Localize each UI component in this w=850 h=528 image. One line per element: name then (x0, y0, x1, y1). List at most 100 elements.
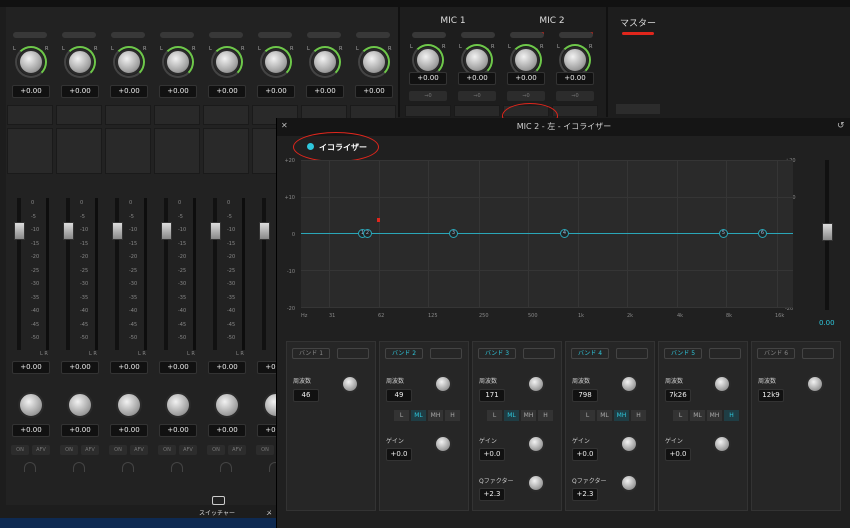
filter-button[interactable]: ML (597, 410, 612, 421)
mic-gain-value[interactable]: +0.00 (458, 72, 496, 85)
filter-button[interactable]: MH (707, 410, 722, 421)
mic-delay-value[interactable]: ⇒0 (556, 91, 594, 101)
dynamics-preview[interactable] (203, 128, 249, 174)
gain-value[interactable]: +0.00 (306, 85, 344, 98)
gain-knob[interactable] (214, 49, 240, 75)
band-shape-select[interactable] (523, 348, 555, 359)
media-tab[interactable]: メ (266, 508, 272, 517)
mic-gain-value[interactable]: +0.00 (507, 72, 545, 85)
fader-handle[interactable] (14, 222, 25, 240)
fader-handle[interactable] (259, 222, 270, 240)
pan-knob[interactable] (214, 392, 240, 418)
headphone-icon[interactable] (122, 462, 134, 472)
freq-knob[interactable] (527, 375, 545, 393)
gain-knob[interactable] (67, 49, 93, 75)
on-button[interactable]: ON (60, 445, 78, 455)
gain-value[interactable]: +0.0 (572, 448, 598, 461)
gain-knob[interactable] (434, 435, 452, 453)
filter-button[interactable]: ML (504, 410, 519, 421)
headphone-icon[interactable] (171, 462, 183, 472)
pan-value[interactable]: +0.00 (159, 424, 197, 437)
band-toggle[interactable]: バンド 4 (571, 348, 609, 359)
afv-button[interactable]: AFV (179, 445, 197, 455)
fader-value[interactable]: +0.00 (159, 361, 197, 374)
filter-button[interactable]: H (724, 410, 739, 421)
mic-gain-value[interactable]: +0.00 (556, 72, 594, 85)
gain-knob[interactable] (527, 435, 545, 453)
gain-value[interactable]: +0.00 (208, 85, 246, 98)
gain-value[interactable]: +0.00 (12, 85, 50, 98)
afv-button[interactable]: AFV (228, 445, 246, 455)
pan-knob[interactable] (67, 392, 93, 418)
gain-knob[interactable] (263, 49, 289, 75)
pan-value[interactable]: +0.00 (12, 424, 50, 437)
fader-value[interactable]: +0.00 (208, 361, 246, 374)
eq-preview[interactable] (105, 105, 151, 125)
switcher-icon[interactable] (212, 496, 225, 505)
reset-icon[interactable]: ↺ (837, 121, 845, 131)
headphone-icon[interactable] (73, 462, 85, 472)
eq-band-node[interactable]: 6 (758, 229, 767, 238)
freq-value[interactable]: 7k26 (665, 389, 691, 402)
dynamics-preview[interactable] (105, 128, 151, 174)
on-button[interactable]: ON (207, 445, 225, 455)
on-button[interactable]: ON (158, 445, 176, 455)
pan-value[interactable]: +0.00 (110, 424, 148, 437)
headphone-icon[interactable] (220, 462, 232, 472)
freq-knob[interactable] (341, 375, 359, 393)
filter-button[interactable]: ML (690, 410, 705, 421)
filter-button[interactable]: L (580, 410, 595, 421)
mic-eq-preview[interactable] (454, 105, 500, 117)
fader-handle[interactable] (161, 222, 172, 240)
q-knob[interactable] (527, 474, 545, 492)
mic-gain-value[interactable]: +0.00 (409, 72, 447, 85)
mic-delay-value[interactable]: ⇒0 (507, 91, 545, 101)
band-toggle[interactable]: バンド 6 (757, 348, 795, 359)
pan-value[interactable]: +0.00 (208, 424, 246, 437)
filter-button[interactable]: ML (411, 410, 426, 421)
freq-knob[interactable] (434, 375, 452, 393)
gain-knob[interactable] (312, 49, 338, 75)
filter-button[interactable]: MH (521, 410, 536, 421)
gain-value[interactable]: +0.00 (61, 85, 99, 98)
mic-delay-value[interactable]: ⇒0 (458, 91, 496, 101)
freq-value[interactable]: 12k9 (758, 389, 784, 402)
gain-knob[interactable] (361, 49, 387, 75)
dynamics-preview[interactable] (56, 128, 102, 174)
on-button[interactable]: ON (11, 445, 29, 455)
band-shape-select[interactable] (709, 348, 741, 359)
mic-gain-knob[interactable] (513, 47, 539, 73)
gain-knob[interactable] (620, 435, 638, 453)
eq-preview[interactable] (7, 105, 53, 125)
eq-band-node[interactable]: 3 (449, 229, 458, 238)
close-icon[interactable]: ✕ (281, 121, 288, 130)
eq-preview[interactable] (56, 105, 102, 125)
q-knob[interactable] (620, 474, 638, 492)
freq-knob[interactable] (806, 375, 824, 393)
filter-button[interactable]: L (487, 410, 502, 421)
pan-knob[interactable] (116, 392, 142, 418)
filter-button[interactable]: MH (614, 410, 629, 421)
mic-eq-preview[interactable] (405, 105, 451, 117)
filter-button[interactable]: H (538, 410, 553, 421)
output-fader-handle[interactable] (822, 223, 833, 241)
fader-value[interactable]: +0.00 (110, 361, 148, 374)
eq-band-node[interactable]: 5 (719, 229, 728, 238)
gain-knob[interactable] (116, 49, 142, 75)
freq-knob[interactable] (713, 375, 731, 393)
on-button[interactable]: ON (109, 445, 127, 455)
filter-button[interactable]: H (631, 410, 646, 421)
eq-preview[interactable] (203, 105, 249, 125)
switcher-tab[interactable]: スイッチャー (199, 508, 235, 517)
mic-gain-knob[interactable] (415, 47, 441, 73)
gain-knob[interactable] (18, 49, 44, 75)
gain-value[interactable]: +0.0 (665, 448, 691, 461)
gain-value[interactable]: +0.00 (355, 85, 393, 98)
band-shape-select[interactable] (337, 348, 369, 359)
band-toggle[interactable]: バンド 3 (478, 348, 516, 359)
mic-gain-knob[interactable] (464, 47, 490, 73)
gain-value[interactable]: +0.00 (159, 85, 197, 98)
pan-knob[interactable] (165, 392, 191, 418)
freq-value[interactable]: 171 (479, 389, 505, 402)
q-value[interactable]: +2.3 (572, 488, 598, 501)
